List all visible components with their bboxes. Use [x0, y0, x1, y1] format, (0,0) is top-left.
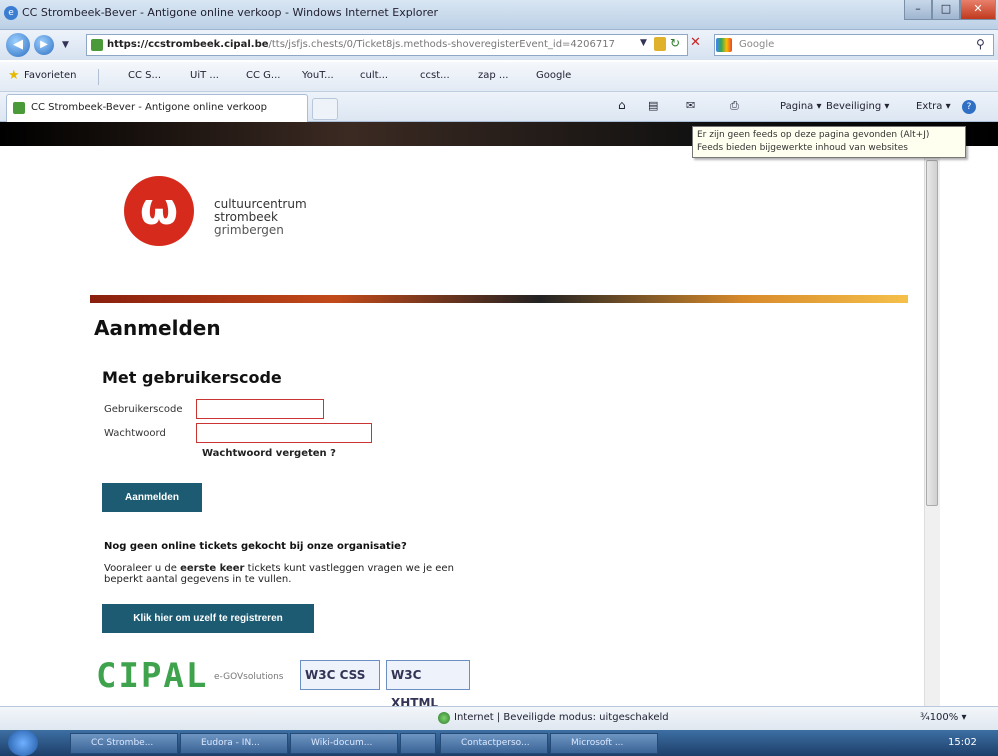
title-bar: e CC Strombeek-Bever - Antigone online v… — [0, 0, 998, 30]
search-input[interactable]: Google — [714, 34, 994, 56]
page-title: Aanmelden — [94, 316, 221, 340]
forgot-password-link[interactable]: Wachtwoord vergeten ? — [202, 448, 336, 459]
taskbar-item[interactable]: Eudora - IN... — [180, 733, 288, 754]
back-button[interactable]: ◀ — [6, 33, 30, 57]
taskbar-item[interactable] — [400, 733, 436, 754]
favorite-item[interactable]: Google — [536, 70, 571, 81]
home-icon[interactable]: ⌂ — [618, 98, 626, 112]
lock-icon[interactable] — [654, 37, 666, 51]
status-text: Internet | Beveiligde modus: uitgeschake… — [454, 712, 669, 723]
clock[interactable]: 15:02 — [948, 737, 977, 748]
history-dropdown-icon[interactable]: ▼ — [62, 40, 69, 50]
favorite-item[interactable]: YouT... — [302, 70, 334, 81]
cc-logo-icon[interactable]: ω — [124, 176, 194, 246]
egov-logo[interactable]: e-GOVsolutions — [214, 672, 284, 682]
favorite-item[interactable]: CC S... — [128, 70, 161, 81]
tab-label: CC Strombeek-Bever - Antigone online ver… — [31, 102, 267, 113]
favorite-item[interactable]: UiT ... — [190, 70, 219, 81]
register-intro: Vooraleer u de eerste keer tickets kunt … — [104, 563, 484, 585]
tooltip-line-1: Er zijn geen feeds op deze pagina gevond… — [697, 130, 930, 140]
favorite-item[interactable]: CC G... — [246, 70, 280, 81]
tooltip-line-2: Feeds bieden bijgewerkte inhoud van webs… — [697, 143, 908, 153]
section-title: Met gebruikerscode — [102, 368, 282, 387]
start-button[interactable] — [8, 730, 38, 756]
close-window-button[interactable]: ✕ — [960, 0, 996, 20]
forward-button[interactable]: ▶ — [34, 35, 54, 55]
scrollbar-thumb[interactable] — [926, 160, 938, 506]
help-icon[interactable]: ? — [962, 100, 976, 114]
divider — [98, 69, 99, 85]
favorites-bar: ★ Favorieten CC S... UiT ... CC G... You… — [0, 62, 998, 92]
logo-line-3: grimbergen — [214, 223, 284, 237]
favorites-button[interactable]: Favorieten — [24, 70, 76, 81]
tab-row: CC Strombeek-Bever - Antigone online ver… — [0, 92, 998, 122]
google-icon — [716, 38, 732, 52]
favorites-star-icon[interactable]: ★ — [8, 68, 20, 83]
intro-text-bold: eerste keer — [180, 563, 245, 574]
print-icon[interactable]: ⎙ — [730, 99, 739, 113]
no-tickets-heading: Nog geen online tickets gekocht bij onze… — [104, 541, 407, 552]
password-input[interactable] — [196, 423, 372, 443]
stop-icon[interactable]: ✕ — [690, 35, 701, 50]
beveiliging-menu[interactable]: Beveiliging ▾ — [826, 101, 889, 112]
password-label: Wachtwoord — [104, 428, 166, 439]
w3c-css-badge[interactable]: W3C CSS — [300, 660, 380, 690]
favorite-item[interactable]: cult... — [360, 70, 388, 81]
username-input[interactable] — [196, 399, 324, 419]
taskbar-item[interactable]: Microsoft ... — [550, 733, 658, 754]
maximize-button[interactable]: □ — [932, 0, 960, 20]
username-label: Gebruikerscode — [104, 404, 183, 415]
search-icon[interactable]: ⚲ — [976, 37, 985, 51]
globe-icon — [438, 712, 450, 724]
refresh-icon[interactable]: ↻ — [670, 36, 680, 50]
cipal-logo[interactable]: CIPAL — [96, 656, 208, 696]
mail-icon[interactable]: ✉ — [686, 99, 695, 112]
tab-active[interactable]: CC Strombeek-Bever - Antigone online ver… — [6, 94, 308, 122]
feeds-icon[interactable]: ▤ — [648, 99, 658, 112]
pagina-menu[interactable]: Pagina ▾ — [780, 101, 822, 112]
logo-text: cultuurcentrum strombeek grimbergen — [214, 198, 307, 237]
site-icon — [13, 102, 25, 114]
taskbar-item[interactable]: Contactperso... — [440, 733, 548, 754]
feeds-tooltip: Er zijn geen feeds op deze pagina gevond… — [692, 126, 966, 158]
new-tab-button[interactable] — [312, 98, 338, 120]
ie-icon: e — [4, 6, 18, 20]
w3c-xhtml-badge[interactable]: W3C XHTML — [386, 660, 470, 710]
minimize-button[interactable]: – — [904, 0, 932, 20]
site-icon — [91, 39, 103, 51]
favorite-item[interactable]: ccst... — [420, 70, 450, 81]
intro-text-1: Vooraleer u de — [104, 563, 181, 574]
logo-symbol: ω — [139, 184, 179, 235]
window-title: CC Strombeek-Bever - Antigone online ver… — [22, 6, 439, 19]
register-button[interactable]: Klik hier om uzelf te registreren — [102, 604, 314, 633]
extra-menu[interactable]: Extra ▾ — [916, 101, 951, 112]
address-bar[interactable]: https://ccstrombeek.cipal.be/tts/jsfjs.c… — [86, 34, 688, 56]
zoom-level[interactable]: ¾100% ▾ — [920, 712, 966, 723]
address-row: ◀ ▶ ▼ https://ccstrombeek.cipal.be/tts/j… — [0, 30, 998, 60]
login-button[interactable]: Aanmelden — [102, 483, 202, 512]
address-host: https://ccstrombeek.cipal.be — [107, 39, 269, 50]
favorite-item[interactable]: zap ... — [478, 70, 508, 81]
taskbar-item[interactable]: CC Strombe... — [70, 733, 178, 754]
right-margin — [940, 146, 998, 706]
address-path: /tts/jsfjs.chests/0/Ticket8js.methods-sh… — [268, 39, 615, 50]
address-dropdown-icon[interactable]: ▼ — [640, 38, 647, 48]
decorative-stripe — [90, 295, 908, 303]
taskbar-item[interactable]: Wiki-docum... — [290, 733, 398, 754]
